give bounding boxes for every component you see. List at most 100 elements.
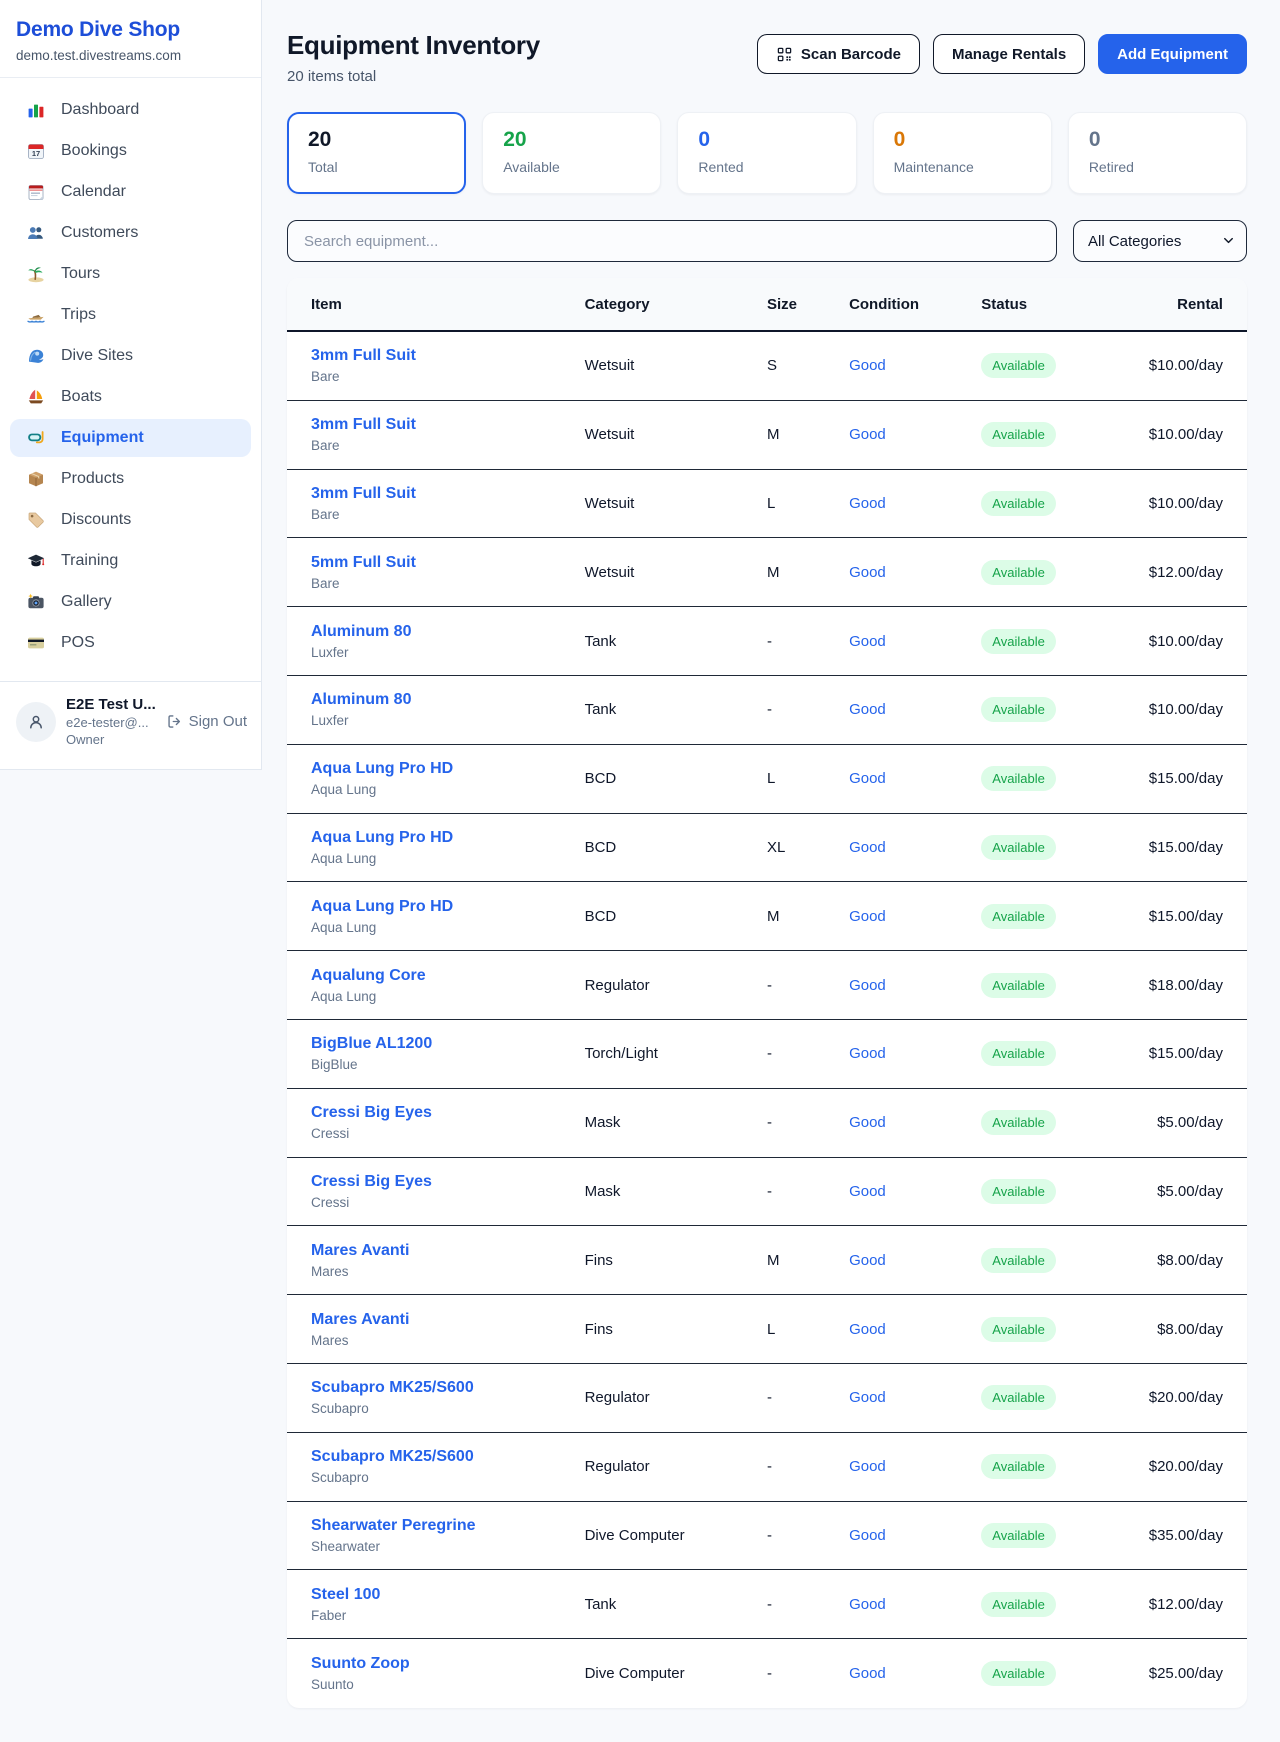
size-cell: L [767, 770, 849, 787]
item-name-link[interactable]: Steel 100 [311, 1586, 585, 1604]
rental-cell: $10.00/day [1114, 495, 1223, 512]
table-row: Aqua Lung Pro HD Aqua Lung BCD L Good Av… [287, 745, 1247, 814]
status-cell: Available [981, 1385, 1113, 1410]
category-cell: Tank [585, 1596, 767, 1613]
condition-link[interactable]: Good [849, 908, 981, 925]
sidebar-item-pos[interactable]: POS [10, 624, 251, 662]
stat-card-maintenance[interactable]: 0 Maintenance [873, 112, 1052, 194]
condition-link[interactable]: Good [849, 357, 981, 374]
rental-cell: $25.00/day [1114, 1665, 1223, 1682]
condition-link[interactable]: Good [849, 839, 981, 856]
table-row: Mares Avanti Mares Fins M Good Available… [287, 1226, 1247, 1295]
item-name-link[interactable]: Mares Avanti [311, 1311, 585, 1329]
condition-link[interactable]: Good [849, 1458, 981, 1475]
category-cell: BCD [585, 839, 767, 856]
condition-link[interactable]: Good [849, 1045, 981, 1062]
item-name-link[interactable]: Aqua Lung Pro HD [311, 829, 585, 847]
sidebar-item-bookings[interactable]: Bookings [10, 132, 251, 170]
item-name-link[interactable]: BigBlue AL1200 [311, 1035, 585, 1053]
sidebar-item-tours[interactable]: Tours [10, 255, 251, 293]
sidebar-item-discounts[interactable]: Discounts [10, 501, 251, 539]
sidebar-item-equipment[interactable]: Equipment [10, 419, 251, 457]
stat-card-total[interactable]: 20 Total [287, 112, 466, 194]
item-name-link[interactable]: Aqualung Core [311, 967, 585, 985]
scan-barcode-button[interactable]: Scan Barcode [757, 34, 920, 74]
sidebar-item-label: Bookings [61, 142, 127, 160]
table-row: 3mm Full Suit Bare Wetsuit L Good Availa… [287, 470, 1247, 539]
size-cell: - [767, 977, 849, 994]
item-cell: Cressi Big Eyes Cressi [311, 1173, 585, 1210]
sidebar-item-products[interactable]: Products [10, 460, 251, 498]
stat-card-retired[interactable]: 0 Retired [1068, 112, 1247, 194]
condition-link[interactable]: Good [849, 426, 981, 443]
condition-link[interactable]: Good [849, 1114, 981, 1131]
brand-block: Demo Dive Shop demo.test.divestreams.com [0, 0, 261, 78]
sidebar-item-label: Customers [61, 224, 138, 242]
sidebar-item-customers[interactable]: Customers [10, 214, 251, 252]
condition-link[interactable]: Good [849, 633, 981, 650]
rental-cell: $10.00/day [1114, 357, 1223, 374]
sidebar-item-dive-sites[interactable]: Dive Sites [10, 337, 251, 375]
item-name-link[interactable]: Cressi Big Eyes [311, 1104, 585, 1122]
condition-link[interactable]: Good [849, 1527, 981, 1544]
sidebar-item-gallery[interactable]: Gallery [10, 583, 251, 621]
item-name-link[interactable]: Cressi Big Eyes [311, 1173, 585, 1191]
condition-link[interactable]: Good [849, 977, 981, 994]
brand-title[interactable]: Demo Dive Shop [16, 18, 245, 42]
status-badge: Available [981, 697, 1056, 722]
item-name-link[interactable]: Mares Avanti [311, 1242, 585, 1260]
condition-link[interactable]: Good [849, 1321, 981, 1338]
add-equipment-button[interactable]: Add Equipment [1098, 34, 1247, 74]
sign-out-button[interactable]: Sign Out [166, 713, 247, 730]
item-name-link[interactable]: Aqua Lung Pro HD [311, 760, 585, 778]
item-name-link[interactable]: Aqua Lung Pro HD [311, 898, 585, 916]
status-cell: Available [981, 904, 1113, 929]
manage-rentals-button[interactable]: Manage Rentals [933, 34, 1085, 74]
condition-link[interactable]: Good [849, 1183, 981, 1200]
item-name-link[interactable]: Scubapro MK25/S600 [311, 1448, 585, 1466]
condition-link[interactable]: Good [849, 1252, 981, 1269]
user-name: E2E Test U... [66, 696, 156, 713]
table-row: BigBlue AL1200 BigBlue Torch/Light - Goo… [287, 1020, 1247, 1089]
status-cell: Available [981, 1523, 1113, 1548]
item-name-link[interactable]: 3mm Full Suit [311, 347, 585, 365]
item-name-link[interactable]: 5mm Full Suit [311, 554, 585, 572]
manage-rentals-label: Manage Rentals [952, 46, 1066, 63]
status-badge: Available [981, 1248, 1056, 1273]
item-brand: Bare [311, 576, 585, 591]
sign-out-icon [166, 713, 183, 730]
condition-link[interactable]: Good [849, 770, 981, 787]
condition-link[interactable]: Good [849, 1665, 981, 1682]
condition-link[interactable]: Good [849, 495, 981, 512]
status-cell: Available [981, 1661, 1113, 1686]
item-brand: Mares [311, 1264, 585, 1279]
sidebar-item-label: Boats [61, 388, 102, 406]
item-name-link[interactable]: Aluminum 80 [311, 623, 585, 641]
sidebar-item-training[interactable]: Training [10, 542, 251, 580]
stat-card-rented[interactable]: 0 Rented [677, 112, 856, 194]
condition-link[interactable]: Good [849, 1596, 981, 1613]
item-name-link[interactable]: 3mm Full Suit [311, 416, 585, 434]
item-brand: Aqua Lung [311, 920, 585, 935]
item-name-link[interactable]: Suunto Zoop [311, 1655, 585, 1673]
sidebar-item-calendar[interactable]: Calendar [10, 173, 251, 211]
item-name-link[interactable]: Shearwater Peregrine [311, 1517, 585, 1535]
stat-value: 20 [503, 128, 640, 152]
condition-link[interactable]: Good [849, 701, 981, 718]
sidebar-item-dashboard[interactable]: Dashboard [10, 91, 251, 129]
item-name-link[interactable]: Aluminum 80 [311, 691, 585, 709]
size-cell: M [767, 908, 849, 925]
item-brand: Mares [311, 1333, 585, 1348]
sidebar-item-trips[interactable]: Trips [10, 296, 251, 334]
condition-link[interactable]: Good [849, 564, 981, 581]
stat-card-available[interactable]: 20 Available [482, 112, 661, 194]
dive-sites-icon [26, 346, 46, 366]
search-input[interactable] [287, 220, 1057, 262]
condition-link[interactable]: Good [849, 1389, 981, 1406]
sidebar-item-boats[interactable]: Boats [10, 378, 251, 416]
category-select[interactable]: All Categories [1073, 220, 1247, 262]
page-header: Equipment Inventory 20 items total Scan … [287, 30, 1247, 85]
item-name-link[interactable]: 3mm Full Suit [311, 485, 585, 503]
item-name-link[interactable]: Scubapro MK25/S600 [311, 1379, 585, 1397]
size-cell: - [767, 1389, 849, 1406]
